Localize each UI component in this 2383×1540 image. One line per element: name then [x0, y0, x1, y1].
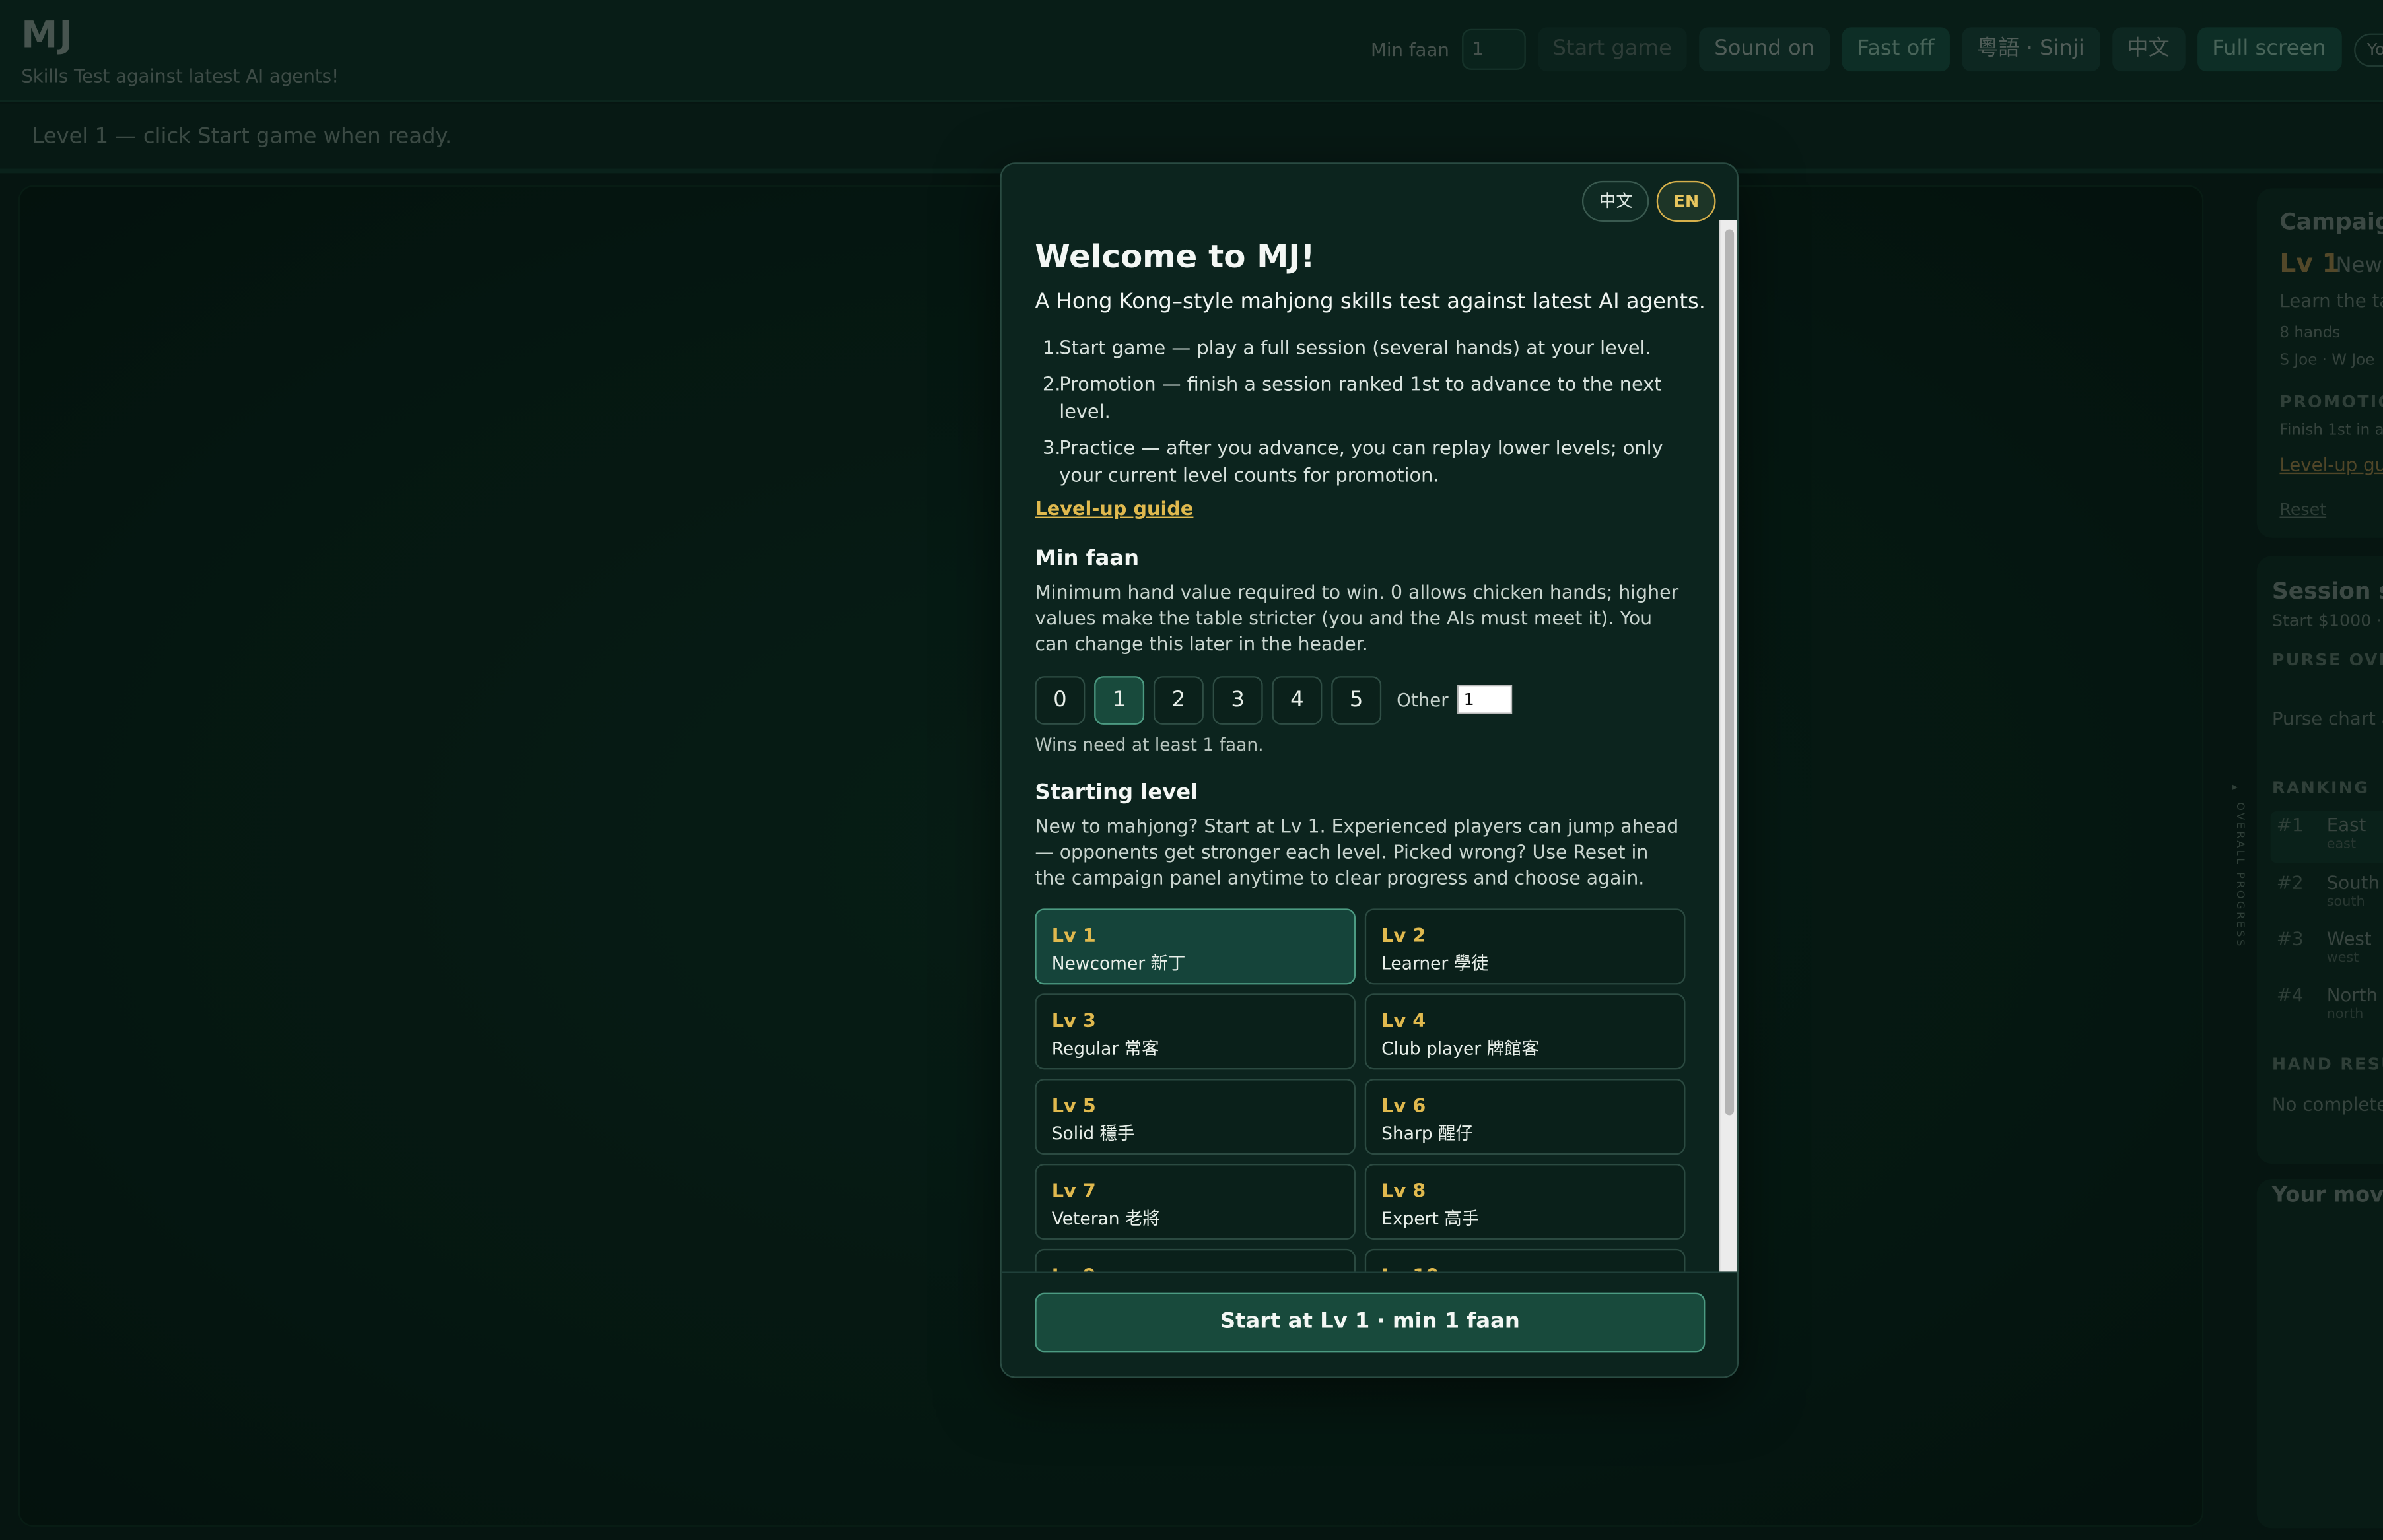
faan-option-3[interactable]: 3: [1212, 675, 1263, 724]
level-number: Lv 1: [1051, 923, 1096, 947]
level-name: Solid 穩手: [1051, 1122, 1135, 1145]
intro-steps: 1. Start game — play a full session (seve…: [1035, 334, 1685, 498]
step-number: 1.: [1042, 335, 1061, 359]
min-faan-options: 0 1 2 3 4 5 Other 1: [1035, 675, 1513, 725]
level-card-3[interactable]: Lv 3 Regular 常客: [1035, 993, 1356, 1070]
level-number: Lv 6: [1381, 1094, 1426, 1117]
modal-footer: Start at Lv 1 · min 1 faan: [1001, 1271, 1737, 1377]
level-name: Regular 常客: [1051, 1037, 1159, 1059]
min-faan-heading: Min faan: [1035, 547, 1140, 572]
level-number: Lv 3: [1051, 1009, 1096, 1032]
modal-scrollbar-thumb[interactable]: [1725, 229, 1735, 1116]
level-name: Veteran 老將: [1051, 1207, 1160, 1229]
list-item: 3. Practice — after you advance, you can …: [1035, 434, 1685, 489]
faan-option-2[interactable]: 2: [1153, 675, 1204, 724]
level-name: Expert 高手: [1381, 1207, 1480, 1229]
level-number: Lv 8: [1381, 1179, 1426, 1202]
lang-zh-button[interactable]: 中文: [1582, 180, 1649, 222]
faan-option-5[interactable]: 5: [1331, 675, 1382, 724]
faan-hint: Wins need at least 1 faan.: [1035, 733, 1264, 755]
welcome-modal: 中文 EN Welcome to MJ! A Hong Kong–style m…: [1000, 162, 1739, 1378]
level-card-8[interactable]: Lv 8 Expert 高手: [1364, 1164, 1686, 1240]
level-number: Lv 2: [1381, 923, 1426, 947]
level-number: Lv 5: [1051, 1094, 1096, 1117]
modal-scrollbar[interactable]: [1719, 220, 1737, 1275]
lang-en-button[interactable]: EN: [1657, 180, 1716, 222]
starting-level-description: New to mahjong? Start at Lv 1. Experienc…: [1035, 815, 1679, 889]
app-root: MJ Skills Test against latest AI agents!…: [0, 0, 2383, 1540]
list-item: 2. Promotion — finish a session ranked 1s…: [1035, 371, 1685, 426]
level-card-7[interactable]: Lv 7 Veteran 老將: [1035, 1164, 1356, 1240]
faan-option-4[interactable]: 4: [1272, 675, 1323, 724]
modal-language-toggle: 中文 EN: [1582, 180, 1716, 222]
level-card-6[interactable]: Lv 6 Sharp 醒仔: [1364, 1079, 1686, 1155]
min-faan-description: Minimum hand value required to win. 0 al…: [1035, 582, 1679, 655]
level-card-4[interactable]: Lv 4 Club player 牌館客: [1364, 993, 1686, 1070]
level-number: Lv 10: [1381, 1264, 1439, 1272]
level-name: Learner 學徒: [1381, 953, 1489, 974]
step-text: Practice — after you advance, you can re…: [1059, 436, 1663, 486]
step-text: Start game — play a full session (severa…: [1059, 335, 1651, 359]
level-card-10[interactable]: Lv 10: [1364, 1248, 1686, 1272]
level-card-9[interactable]: Lv 9: [1035, 1248, 1356, 1272]
modal-subtitle: A Hong Kong–style mahjong skills test ag…: [1035, 290, 1706, 315]
level-name: Newcomer 新丁: [1051, 953, 1186, 974]
faan-option-1[interactable]: 1: [1094, 675, 1145, 724]
step-text: Promotion — finish a session ranked 1st …: [1059, 372, 1662, 422]
level-number: Lv 4: [1381, 1009, 1426, 1032]
level-number: Lv 7: [1051, 1179, 1096, 1202]
start-level-button[interactable]: Start at Lv 1 · min 1 faan: [1035, 1292, 1706, 1353]
faan-option-0[interactable]: 0: [1035, 675, 1086, 724]
level-card-2[interactable]: Lv 2 Learner 學徒: [1364, 908, 1686, 985]
levelup-guide-link[interactable]: Level-up guide: [1035, 497, 1193, 520]
list-item: 1. Start game — play a full session (seve…: [1035, 334, 1685, 361]
level-name: Club player 牌館客: [1381, 1037, 1540, 1059]
step-number: 2.: [1042, 372, 1061, 395]
modal-scroll-area[interactable]: Welcome to MJ! A Hong Kong–style mahjong…: [1002, 218, 1737, 1272]
level-card-1[interactable]: Lv 1 Newcomer 新丁: [1035, 908, 1356, 985]
faan-other-input[interactable]: 1: [1457, 685, 1513, 714]
step-number: 3.: [1042, 436, 1061, 459]
level-number: Lv 9: [1052, 1264, 1096, 1272]
faan-other-label: Other: [1397, 688, 1449, 710]
level-name: Sharp 醒仔: [1381, 1122, 1474, 1145]
starting-level-heading: Starting level: [1035, 781, 1198, 805]
modal-title: Welcome to MJ!: [1035, 238, 1315, 275]
level-card-5[interactable]: Lv 5 Solid 穩手: [1035, 1079, 1356, 1155]
